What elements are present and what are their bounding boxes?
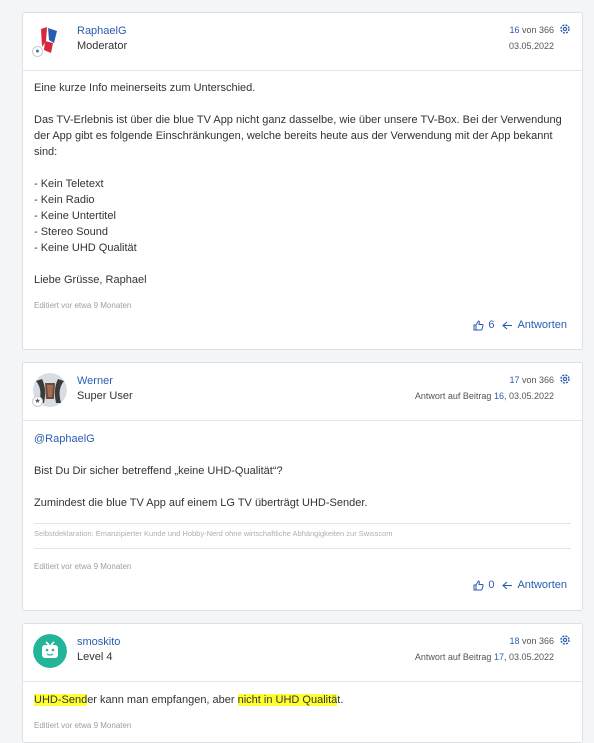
author-rank: Level 4: [77, 651, 113, 663]
post-16: ● RaphaelG Moderator 16 von 366 03.05.20…: [22, 12, 583, 350]
edited-note: Editiert vor etwa 9 Monaten: [34, 562, 132, 571]
post-17: ★ Werner Super User 17 von 366 Antwort a…: [22, 362, 583, 611]
post-body: UHD-Sender kann man empfangen, aber nich…: [23, 682, 582, 734]
post-body: @RaphaelG Bist Du Dir sicher betreffend …: [23, 421, 582, 511]
gear-icon[interactable]: [559, 23, 571, 35]
author-rank: Moderator: [77, 40, 128, 52]
author-rank: Super User: [77, 390, 133, 402]
post-count: 18 von 366: [509, 636, 554, 646]
post-header: ● RaphaelG Moderator 16 von 366 03.05.20…: [23, 13, 582, 71]
gear-icon[interactable]: [559, 373, 571, 385]
thumbs-up-icon[interactable]: [473, 319, 484, 331]
reply-arrow-icon[interactable]: [502, 580, 513, 591]
list-item: - Keine UHD Qualität: [34, 242, 137, 254]
list-item: - Keine Untertitel: [34, 210, 116, 222]
reply-reference-link[interactable]: 17: [494, 652, 504, 662]
avatar-badge-icon: ★: [32, 396, 43, 407]
highlight: nicht in UHD Qualitä: [237, 694, 338, 706]
like-count[interactable]: 0: [488, 579, 494, 591]
signature: Selbstdeklaration: Emanzipierter Kunde u…: [34, 529, 393, 538]
author-name[interactable]: Werner: [77, 375, 113, 387]
like-count[interactable]: 6: [488, 319, 494, 331]
gear-icon[interactable]: [559, 634, 571, 646]
paragraph: Liebe Grüsse, Raphael: [34, 274, 147, 286]
post-body: Eine kurze Info meinerseits zum Untersch…: [23, 71, 582, 314]
paragraph: Zumindest die blue TV App auf einem LG T…: [34, 497, 368, 509]
reply-arrow-icon[interactable]: [502, 320, 513, 331]
reply-reference-link[interactable]: 16: [494, 391, 504, 401]
post-actions: 0 Antworten: [473, 579, 567, 591]
edited-note: Editiert vor etwa 9 Monaten: [34, 301, 132, 310]
list-item: - Kein Teletext: [34, 178, 104, 190]
paragraph: Bist Du Dir sicher betreffend „keine UHD…: [34, 465, 283, 477]
post-header: ★ Werner Super User 17 von 366 Antwort a…: [23, 363, 582, 421]
author-name[interactable]: RaphaelG: [77, 25, 127, 37]
list-item: - Stereo Sound: [34, 226, 108, 238]
post-edit-area: Editiert vor etwa 9 Monaten: [23, 549, 582, 575]
user-mention[interactable]: @RaphaelG: [34, 431, 571, 447]
post-header: smoskito Level 4 18 von 366 Antwort auf …: [23, 624, 582, 682]
paragraph: UHD-Sender kann man empfangen, aber nich…: [34, 694, 344, 706]
post-actions: 6 Antworten: [473, 319, 567, 331]
edited-note: Editiert vor etwa 9 Monaten: [34, 721, 132, 730]
thumbs-up-icon[interactable]: [473, 579, 484, 591]
post-date: 03.05.2022: [508, 41, 554, 51]
avatar[interactable]: [33, 634, 67, 668]
paragraph: Das TV-Erlebnis ist über die blue TV App…: [34, 114, 562, 158]
list-item: - Kein Radio: [34, 194, 95, 206]
avatar-badge-icon: ●: [32, 46, 43, 57]
reply-reference: Antwort auf Beitrag 17, 03.05.2022: [414, 652, 554, 662]
post-count: 17 von 366: [509, 375, 554, 385]
highlight: UHD-Send: [34, 694, 88, 706]
paragraph: Eine kurze Info meinerseits zum Untersch…: [34, 82, 256, 94]
author-name[interactable]: smoskito: [77, 636, 120, 648]
post-count: 16 von 366: [509, 25, 554, 35]
reply-reference: Antwort auf Beitrag 16, 03.05.2022: [414, 391, 554, 401]
reply-button[interactable]: Antworten: [517, 579, 567, 591]
reply-button[interactable]: Antworten: [517, 319, 567, 331]
post-18: smoskito Level 4 18 von 366 Antwort auf …: [22, 623, 583, 743]
